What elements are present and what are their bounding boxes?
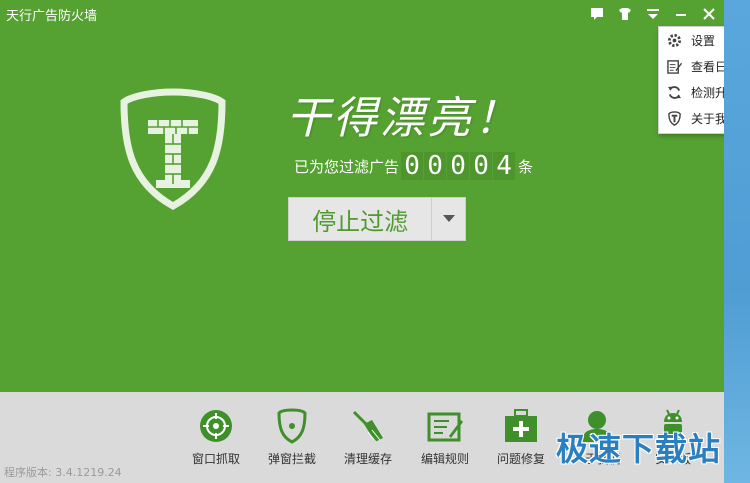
counter-digit: 0 <box>447 151 470 181</box>
tool-repair[interactable]: 问题修复 <box>486 408 556 467</box>
counter-digit: 0 <box>424 151 447 181</box>
tool-label: 弹窗拦截 <box>267 452 316 466</box>
gear-icon <box>667 33 682 47</box>
tool-edit-rules[interactable]: 编辑规则 <box>410 408 480 467</box>
window-controls <box>588 5 718 23</box>
feedback-icon[interactable] <box>588 5 606 23</box>
filter-counter: 已为您过滤广告 0 0 0 0 4 条 <box>294 151 534 181</box>
counter-digit: 4 <box>493 151 516 181</box>
app-title: 天行广告防火墙 <box>6 9 98 24</box>
shield-icon <box>668 110 681 126</box>
counter-digit: 0 <box>401 151 424 181</box>
desktop-background <box>724 0 750 483</box>
chevron-down-icon[interactable] <box>431 198 465 240</box>
refresh-icon <box>667 85 682 99</box>
edit-icon <box>427 412 463 442</box>
crosshair-icon <box>200 410 232 442</box>
tool-label: 问题修复 <box>496 452 545 466</box>
tool-label: 窗口抓取 <box>191 452 240 466</box>
menu-item-label: 设置 <box>691 33 716 48</box>
version-label: 程序版本: 3.4.1219.24 <box>4 466 122 479</box>
tool-clear-cache[interactable]: 清理缓存 <box>333 408 403 467</box>
menu-icon[interactable] <box>644 5 662 23</box>
counter-digit: 0 <box>470 151 493 181</box>
watermark: 极速下载站 <box>556 430 722 468</box>
log-icon <box>667 59 682 74</box>
medkit-icon <box>505 409 537 442</box>
counter-prefix: 已为您过滤广告 <box>294 157 400 176</box>
minimize-icon[interactable] <box>672 5 690 23</box>
title-bar: 天行广告防火墙 <box>0 0 724 28</box>
close-icon[interactable] <box>700 5 718 23</box>
tool-popup-block[interactable]: 弹窗拦截 <box>257 408 327 467</box>
tool-label: 清理缓存 <box>343 452 392 466</box>
counter-digits: 0 0 0 0 4 <box>401 151 516 181</box>
app-window: 天行广告防火墙 干得漂亮！ 已为您过滤广告 0 0 0 0 4 条 停止过滤 窗… <box>0 0 746 483</box>
counter-suffix: 条 <box>518 157 534 176</box>
shield-icon <box>277 408 307 444</box>
tool-window-capture[interactable]: 窗口抓取 <box>181 408 251 467</box>
shield-logo-icon <box>120 88 226 210</box>
success-headline: 干得漂亮！ <box>286 93 521 144</box>
skin-icon[interactable] <box>616 5 634 23</box>
broom-icon <box>352 410 383 443</box>
tool-label: 编辑规则 <box>420 452 469 466</box>
stop-filter-label: 停止过滤 <box>312 207 409 236</box>
stop-filter-button[interactable]: 停止过滤 <box>288 197 466 241</box>
